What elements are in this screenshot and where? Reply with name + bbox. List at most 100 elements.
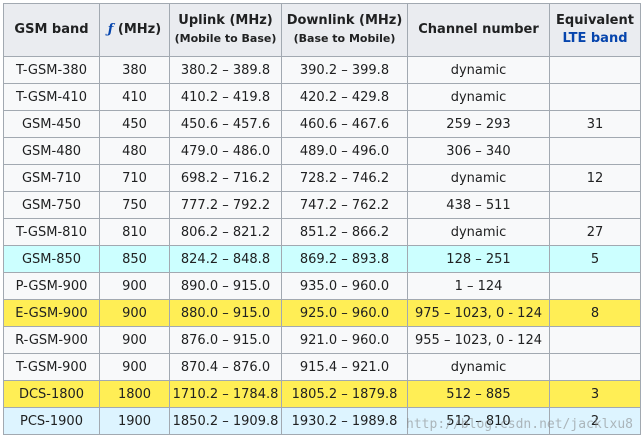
cell-band: GSM-480 xyxy=(3,137,100,165)
cell-band: R-GSM-900 xyxy=(3,326,100,354)
cell-channel: 438 – 511 xyxy=(407,191,550,219)
cell-lte-band xyxy=(549,326,641,354)
table-row: T-GSM-900 900 870.4 – 876.0 915.4 – 921.0 dy… xyxy=(3,353,641,381)
cell-lte-band: 8 xyxy=(549,299,641,327)
cell-lte-band xyxy=(549,83,641,111)
cell-uplink: 479.0 – 486.0 xyxy=(169,137,282,165)
table-row: GSM-750 750 777.2 – 792.2 747.2 – 762.2 438 … xyxy=(3,191,641,219)
header-uplink: Uplink (MHz) (Mobile to Base) xyxy=(169,3,282,57)
cell-frequency: 450 xyxy=(99,110,170,138)
table-row: PCS-1900 1900 1850.2 – 1909.8 1930.2 – 1989… xyxy=(3,407,641,435)
cell-lte-band: 31 xyxy=(549,110,641,138)
cell-channel: 512 – 885 xyxy=(407,380,550,408)
table-row: R-GSM-900 900 876.0 – 915.0 921.0 – 960.0 95… xyxy=(3,326,641,354)
cell-downlink: 921.0 – 960.0 xyxy=(281,326,408,354)
cell-channel: dynamic xyxy=(407,353,550,381)
cell-channel: dynamic xyxy=(407,83,550,111)
cell-downlink: 935.0 – 960.0 xyxy=(281,272,408,300)
cell-uplink: 1850.2 – 1909.8 xyxy=(169,407,282,435)
table-row: P-GSM-900 900 890.0 – 915.0 935.0 – 960.0 1 … xyxy=(3,272,641,300)
cell-band: DCS-1800 xyxy=(3,380,100,408)
cell-frequency: 410 xyxy=(99,83,170,111)
cell-downlink: 747.2 – 762.2 xyxy=(281,191,408,219)
gsm-bands-table: GSM band ƒ (MHz) Uplink (MHz) (Mobile to … xyxy=(3,3,641,435)
cell-frequency: 480 xyxy=(99,137,170,165)
cell-lte-band: 27 xyxy=(549,218,641,246)
cell-uplink: 890.0 – 915.0 xyxy=(169,272,282,300)
cell-channel: 259 – 293 xyxy=(407,110,550,138)
cell-uplink: 698.2 – 716.2 xyxy=(169,164,282,192)
cell-lte-band: 2 xyxy=(549,407,641,435)
cell-lte-band: 12 xyxy=(549,164,641,192)
cell-frequency: 810 xyxy=(99,218,170,246)
table-row: E-GSM-900 900 880.0 – 915.0 925.0 – 960.0 97… xyxy=(3,299,641,327)
cell-downlink: 460.6 – 467.6 xyxy=(281,110,408,138)
cell-channel: 512 – 810 xyxy=(407,407,550,435)
header-downlink: Downlink (MHz) (Base to Mobile) xyxy=(281,3,408,57)
cell-uplink: 450.6 – 457.6 xyxy=(169,110,282,138)
table-row: GSM-480 480 479.0 – 486.0 489.0 – 496.0 306 … xyxy=(3,137,641,165)
cell-channel: 306 – 340 xyxy=(407,137,550,165)
cell-lte-band xyxy=(549,353,641,381)
cell-channel: 128 – 251 xyxy=(407,245,550,273)
table-row: DCS-1800 1800 1710.2 – 1784.8 1805.2 – 1879… xyxy=(3,380,641,408)
cell-channel: 975 – 1023, 0 - 124 xyxy=(407,299,550,327)
cell-frequency: 900 xyxy=(99,353,170,381)
cell-lte-band xyxy=(549,191,641,219)
cell-band: T-GSM-410 xyxy=(3,83,100,111)
cell-uplink: 876.0 – 915.0 xyxy=(169,326,282,354)
frequency-link[interactable]: ƒ xyxy=(108,22,114,37)
lte-band-link[interactable]: LTE band xyxy=(562,31,627,46)
table-row: T-GSM-810 810 806.2 – 821.2 851.2 – 866.2 dy… xyxy=(3,218,641,246)
cell-band: PCS-1900 xyxy=(3,407,100,435)
cell-uplink: 806.2 – 821.2 xyxy=(169,218,282,246)
cell-frequency: 900 xyxy=(99,272,170,300)
cell-frequency: 1900 xyxy=(99,407,170,435)
header-channel-number: Channel number xyxy=(407,3,550,57)
table-row: T-GSM-410 410 410.2 – 419.8 420.2 – 429.8 dy… xyxy=(3,83,641,111)
cell-uplink: 777.2 – 792.2 xyxy=(169,191,282,219)
cell-lte-band xyxy=(549,56,641,84)
cell-band: T-GSM-900 xyxy=(3,353,100,381)
cell-frequency: 900 xyxy=(99,299,170,327)
cell-frequency: 380 xyxy=(99,56,170,84)
cell-band: T-GSM-380 xyxy=(3,56,100,84)
cell-channel: dynamic xyxy=(407,218,550,246)
cell-uplink: 870.4 – 876.0 xyxy=(169,353,282,381)
cell-lte-band xyxy=(549,272,641,300)
cell-channel: 955 – 1023, 0 - 124 xyxy=(407,326,550,354)
cell-uplink: 410.2 – 419.8 xyxy=(169,83,282,111)
cell-lte-band: 3 xyxy=(549,380,641,408)
header-equivalent-lte: Equivalent LTE band xyxy=(549,3,641,57)
table-row: GSM-710 710 698.2 – 716.2 728.2 – 746.2 dyna… xyxy=(3,164,641,192)
cell-downlink: 925.0 – 960.0 xyxy=(281,299,408,327)
cell-band: E-GSM-900 xyxy=(3,299,100,327)
cell-uplink: 380.2 – 389.8 xyxy=(169,56,282,84)
cell-lte-band: 5 xyxy=(549,245,641,273)
cell-frequency: 1800 xyxy=(99,380,170,408)
cell-downlink: 728.2 – 746.2 xyxy=(281,164,408,192)
cell-downlink: 420.2 – 429.8 xyxy=(281,83,408,111)
cell-frequency: 750 xyxy=(99,191,170,219)
cell-frequency: 900 xyxy=(99,326,170,354)
cell-downlink: 915.4 – 921.0 xyxy=(281,353,408,381)
cell-downlink: 869.2 – 893.8 xyxy=(281,245,408,273)
table-row: GSM-850 850 824.2 – 848.8 869.2 – 893.8 128 … xyxy=(3,245,641,273)
cell-downlink: 390.2 – 399.8 xyxy=(281,56,408,84)
cell-channel: dynamic xyxy=(407,164,550,192)
cell-channel: 1 – 124 xyxy=(407,272,550,300)
cell-band: GSM-450 xyxy=(3,110,100,138)
header-row: GSM band ƒ (MHz) Uplink (MHz) (Mobile to … xyxy=(3,3,641,57)
cell-downlink: 851.2 – 866.2 xyxy=(281,218,408,246)
header-frequency: ƒ (MHz) xyxy=(99,3,170,57)
cell-band: GSM-750 xyxy=(3,191,100,219)
cell-band: GSM-710 xyxy=(3,164,100,192)
cell-band: T-GSM-810 xyxy=(3,218,100,246)
table-row: GSM-450 450 450.6 – 457.6 460.6 – 467.6 259 … xyxy=(3,110,641,138)
cell-downlink: 489.0 – 496.0 xyxy=(281,137,408,165)
cell-channel: dynamic xyxy=(407,56,550,84)
cell-uplink: 824.2 – 848.8 xyxy=(169,245,282,273)
cell-band: GSM-850 xyxy=(3,245,100,273)
cell-uplink: 1710.2 – 1784.8 xyxy=(169,380,282,408)
cell-frequency: 850 xyxy=(99,245,170,273)
